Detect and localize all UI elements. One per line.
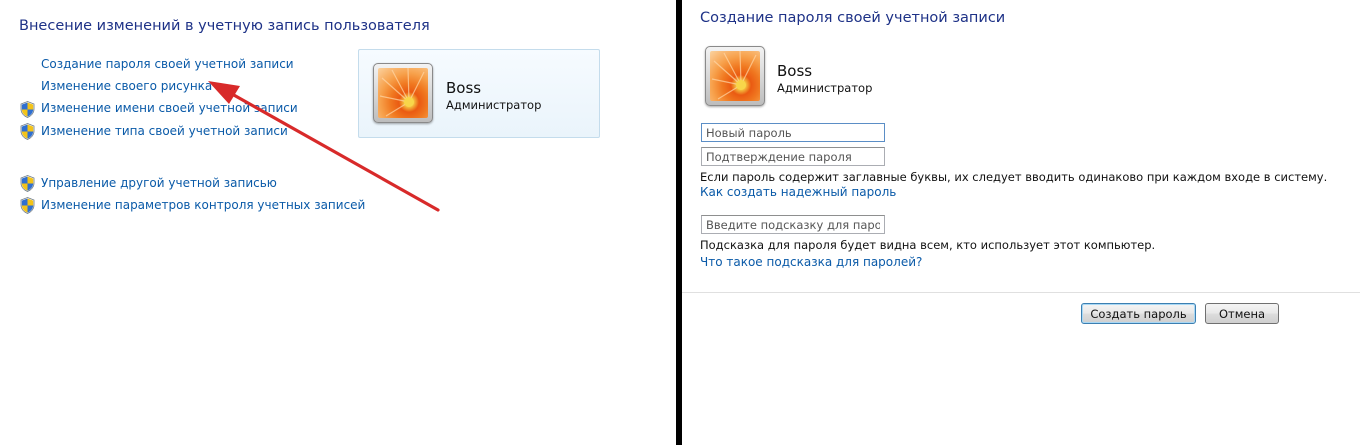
new-password-field[interactable] xyxy=(701,123,885,142)
strong-password-help-link[interactable]: Как создать надежный пароль xyxy=(700,185,896,199)
dialog-title: Создание пароля своей учетной записи xyxy=(700,10,1006,26)
password-hint-field[interactable] xyxy=(701,215,885,234)
what-is-hint-link[interactable]: Что такое подсказка для паролей? xyxy=(700,255,922,269)
user-role: Администратор xyxy=(777,81,873,95)
flower-petals-icon xyxy=(711,51,757,100)
right-panel: Создание пароля своей учетной записи Bos… xyxy=(682,0,1360,445)
cancel-button[interactable]: Отмена xyxy=(1205,303,1279,324)
case-sensitivity-note: Если пароль содержит заглавные буквы, их… xyxy=(700,170,1328,184)
user-avatar xyxy=(705,46,765,106)
left-panel: Внесение изменений в учетную запись поль… xyxy=(0,0,676,445)
footer-separator xyxy=(682,292,1360,293)
flower-picture xyxy=(710,51,760,101)
confirm-password-field[interactable] xyxy=(701,147,885,166)
user-name: Boss xyxy=(777,62,813,80)
create-password-button[interactable]: Создать пароль xyxy=(1081,303,1196,324)
hint-visibility-note: Подсказка для пароля будет видна всем, к… xyxy=(700,238,1156,252)
annotation-arrow xyxy=(208,81,440,212)
